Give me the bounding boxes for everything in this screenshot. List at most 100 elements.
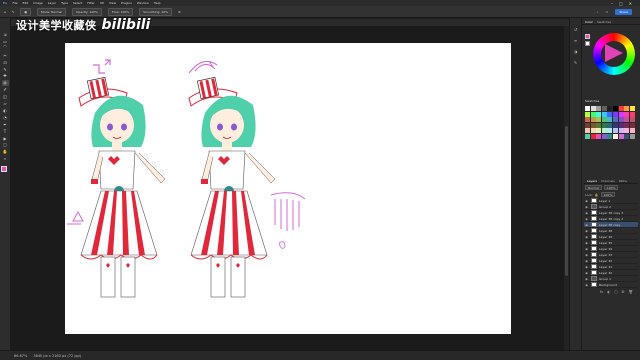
- swatch[interactable]: [585, 111, 590, 117]
- swatch[interactable]: [601, 106, 607, 111]
- adjustments-icon[interactable]: ◑: [572, 48, 579, 54]
- swatch[interactable]: [607, 117, 613, 123]
- visibility-eye-icon[interactable]: ◉: [584, 229, 589, 233]
- trash-icon[interactable]: 🗑: [629, 290, 633, 294]
- swatch[interactable]: [607, 133, 613, 139]
- history-icon[interactable]: ↺: [572, 26, 579, 32]
- visibility-eye-icon[interactable]: ◉: [584, 211, 589, 215]
- document-info[interactable]: 3840 px x 2160 px (72 ppi): [33, 354, 81, 358]
- visibility-eye-icon[interactable]: ◉: [584, 253, 589, 257]
- new-layer-icon[interactable]: ⊞: [622, 290, 625, 294]
- swatch[interactable]: [612, 117, 618, 123]
- swatch[interactable]: [596, 128, 602, 134]
- swatch[interactable]: [601, 111, 607, 117]
- flow-field[interactable]: Flow: 100%: [107, 7, 134, 16]
- color-swatches[interactable]: [0, 165, 10, 176]
- swatch[interactable]: [585, 133, 590, 139]
- visibility-eye-icon[interactable]: ◉: [584, 223, 589, 227]
- maximize-button[interactable]: □: [619, 1, 623, 6]
- swatch[interactable]: [590, 133, 596, 139]
- swatch[interactable]: [624, 117, 630, 123]
- blend-mode-select[interactable]: Mode: Normal: [37, 7, 67, 16]
- swatch[interactable]: [618, 117, 624, 123]
- brush-icon[interactable]: ✎: [12, 10, 15, 14]
- crop-tool-icon[interactable]: ⊡: [2, 60, 9, 65]
- layer-opacity-field[interactable]: 100%: [603, 185, 619, 190]
- group-icon[interactable]: ▢: [614, 290, 617, 294]
- visibility-eye-icon[interactable]: ◉: [584, 283, 589, 287]
- tab-swatches[interactable]: Swatches: [597, 20, 611, 24]
- marquee-tool-icon[interactable]: ▭: [2, 39, 9, 44]
- swatch[interactable]: [624, 133, 630, 139]
- clone-stamp-tool-icon[interactable]: ✐: [2, 87, 9, 92]
- tab-color[interactable]: Color: [585, 20, 593, 24]
- dodge-tool-icon[interactable]: ◔: [2, 115, 9, 120]
- swatch[interactable]: [612, 133, 618, 139]
- panel-background-swatch[interactable]: [585, 41, 590, 46]
- swatch[interactable]: [607, 106, 613, 111]
- search-icon[interactable]: ⌕: [597, 10, 599, 14]
- swatch[interactable]: [590, 106, 596, 111]
- swatch[interactable]: [618, 128, 624, 134]
- move-tool-icon[interactable]: ⇲: [2, 32, 9, 37]
- swatch[interactable]: [624, 128, 630, 134]
- swatch[interactable]: [596, 122, 602, 128]
- swatch[interactable]: [618, 106, 624, 111]
- eraser-tool-icon[interactable]: ▱: [2, 101, 9, 106]
- swatch[interactable]: [629, 111, 635, 117]
- layer-fill-field[interactable]: 100%: [600, 192, 616, 197]
- visibility-eye-icon[interactable]: ◉: [584, 217, 589, 221]
- pen-tool-icon[interactable]: ✒: [2, 122, 9, 127]
- rectangle-tool-icon[interactable]: ▢: [2, 142, 9, 147]
- swatch[interactable]: [612, 128, 618, 134]
- swatch[interactable]: [618, 111, 624, 117]
- visibility-eye-icon[interactable]: ◉: [584, 205, 589, 209]
- workspace-icon[interactable]: ▭: [605, 10, 608, 14]
- minimize-button[interactable]: –: [611, 1, 613, 6]
- color-wheel[interactable]: [593, 33, 635, 75]
- history-brush-tool-icon[interactable]: ◫: [2, 94, 9, 99]
- brush-settings-icon[interactable]: ✎: [572, 59, 579, 65]
- swatch[interactable]: [590, 128, 596, 134]
- swatch[interactable]: [629, 133, 635, 139]
- lasso-tool-icon[interactable]: ⌒: [2, 45, 9, 51]
- brush-preset-picker[interactable]: ●: [20, 7, 32, 16]
- hand-tool-icon[interactable]: ✋: [2, 149, 9, 154]
- visibility-eye-icon[interactable]: ◉: [584, 235, 589, 239]
- opacity-field[interactable]: Opacity: 100%: [72, 7, 102, 16]
- swatch[interactable]: [590, 122, 596, 128]
- swatch-grid[interactable]: [585, 106, 637, 139]
- swatch[interactable]: [585, 117, 590, 123]
- tab-paths[interactable]: Paths: [619, 179, 627, 183]
- visibility-eye-icon[interactable]: ◉: [584, 199, 589, 203]
- canvas-workspace[interactable]: [11, 26, 569, 350]
- gradient-tool-icon[interactable]: ◐: [2, 108, 9, 113]
- swatch[interactable]: [601, 128, 607, 134]
- swatch[interactable]: [612, 106, 618, 111]
- foreground-color-swatch[interactable]: [0, 165, 7, 172]
- visibility-eye-icon[interactable]: ◉: [584, 265, 589, 269]
- swatch[interactable]: [596, 133, 602, 139]
- visibility-eye-icon[interactable]: ◉: [584, 247, 589, 251]
- swatch[interactable]: [596, 106, 602, 111]
- home-icon[interactable]: ⌂: [4, 10, 6, 14]
- brush-tool-icon[interactable]: ◍: [1, 80, 9, 86]
- share-button[interactable]: Share: [615, 8, 632, 15]
- smoothing-field[interactable]: Smoothing: 10%: [139, 7, 173, 16]
- properties-icon[interactable]: ≡: [572, 37, 579, 43]
- swatch[interactable]: [624, 122, 630, 128]
- swatch[interactable]: [629, 128, 635, 134]
- swatch[interactable]: [607, 122, 613, 128]
- adjustment-layer-icon[interactable]: ◐: [607, 290, 610, 294]
- swatch[interactable]: [601, 133, 607, 139]
- lock-icon[interactable]: 🔒: [595, 193, 599, 197]
- swatch[interactable]: [585, 106, 590, 111]
- visibility-eye-icon[interactable]: ◉: [584, 259, 589, 263]
- swatch[interactable]: [590, 117, 596, 123]
- object-select-tool-icon[interactable]: ✂: [2, 53, 9, 58]
- swatch[interactable]: [607, 128, 613, 134]
- vertical-scroll-thumb[interactable]: [565, 126, 568, 276]
- panel-foreground-swatch[interactable]: [585, 34, 590, 39]
- zoom-tool-icon[interactable]: ⌕: [2, 156, 9, 161]
- healing-tool-icon[interactable]: ✚: [2, 73, 9, 78]
